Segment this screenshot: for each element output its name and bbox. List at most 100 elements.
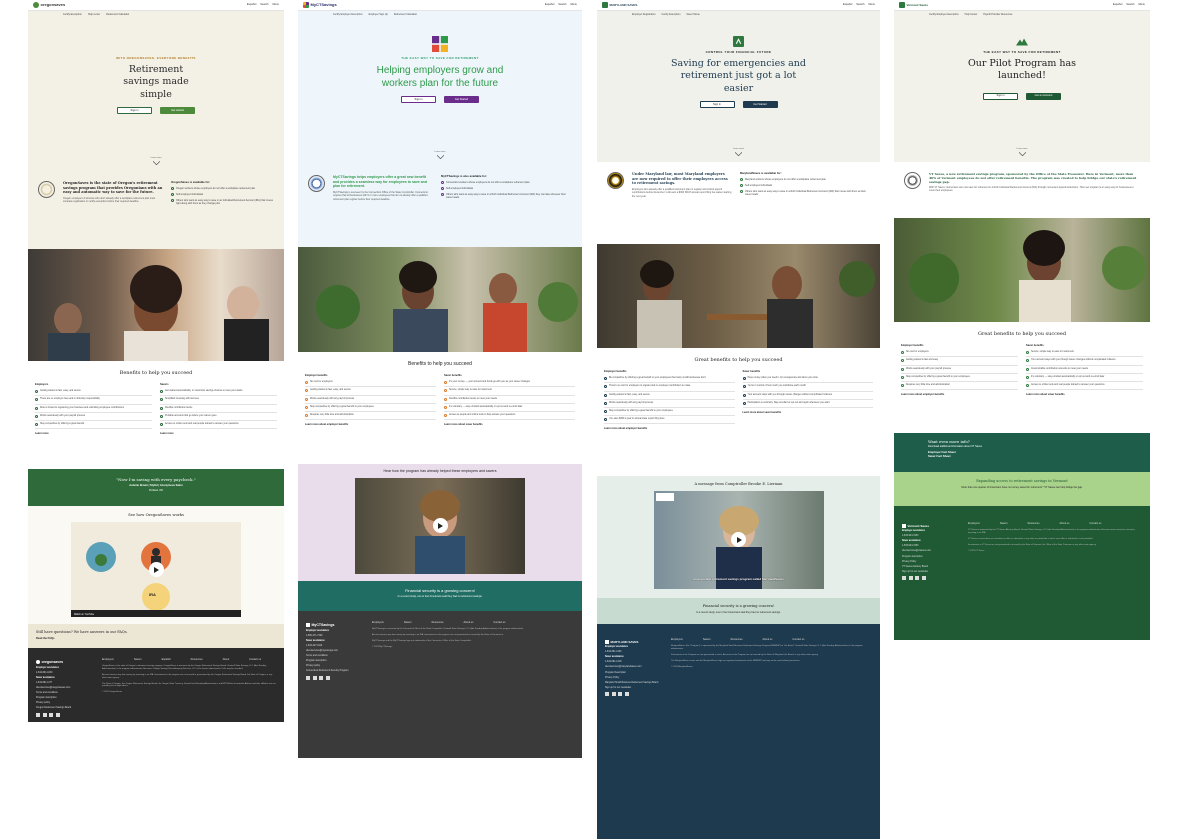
myctsavings-logo[interactable]: MyCTSavings (303, 2, 337, 8)
saver-benefits-link[interactable]: Learn more about saver benefits (1026, 393, 1143, 396)
footer-nav-contact[interactable]: Contact us (249, 658, 261, 661)
subnav-help-center[interactable]: Help Center (965, 13, 978, 16)
subnav-retirement-calculator[interactable]: Retirement Calculator (394, 13, 417, 16)
footer-link[interactable]: Program description (36, 697, 96, 700)
footer-logo[interactable]: oregonsaves (36, 660, 96, 665)
search-link[interactable]: Search (856, 3, 864, 7)
oregonsaves-logo[interactable]: oregonsaves (33, 2, 65, 8)
footer-link[interactable]: Terms and conditions (36, 692, 96, 695)
footer-nav-savers[interactable]: Savers (134, 658, 142, 661)
video-player[interactable]: IRA Watch on YouTube (71, 522, 241, 618)
sign-in-button[interactable]: Sign in (117, 107, 152, 115)
footer-link[interactable]: 1-844-691-1460 (605, 651, 665, 654)
faq-link[interactable]: Read the FAQs (36, 637, 276, 641)
footer-link[interactable]: Program Description (605, 672, 665, 675)
language-link[interactable]: Español (545, 3, 554, 7)
footer-logo[interactable]: MyCTSavings (306, 623, 366, 628)
footer-nav-savers[interactable]: Savers (703, 638, 711, 641)
footer-link[interactable]: 1-844-661-1000 (36, 672, 96, 675)
footer-link[interactable]: Terms and conditions (306, 655, 366, 658)
subnav-help-center[interactable]: Help center (88, 13, 100, 16)
youtube-icon[interactable] (921, 575, 926, 580)
footer-link[interactable]: Program description (306, 660, 366, 663)
footer-link[interactable]: Maryland Small Business Retirement Savin… (605, 682, 665, 685)
footer-link[interactable]: clientservices@mysavings.com (306, 650, 366, 653)
footer-nav-contact[interactable]: Contact us (493, 621, 505, 624)
footer-link[interactable]: Program description (902, 556, 962, 559)
subnav-payroll-resources[interactable]: Payroll Provider Resources (983, 13, 1012, 16)
menu-button[interactable]: Menu (869, 3, 876, 7)
footer-nav-employers[interactable]: Employers (671, 638, 683, 641)
footer-link[interactable]: 1-844-691-1418 (605, 661, 665, 664)
saver-fact-sheet-link[interactable]: Saver Fact Sheet (928, 454, 1116, 459)
footer-nav-contact[interactable]: Contact us (792, 638, 804, 641)
employer-fact-sheet-link[interactable]: Employer Fact Sheet (928, 450, 1116, 455)
saver-benefits-link[interactable]: Learn more about saver benefits (444, 423, 575, 426)
facebook-icon[interactable] (306, 675, 310, 680)
search-link[interactable]: Search (1126, 3, 1134, 7)
footer-nav-espanol[interactable]: Español (162, 658, 171, 661)
subnav-certify-exemption[interactable]: Certify Employer Exemption (333, 13, 363, 16)
savers-learn-more-link[interactable]: Learn more (160, 432, 277, 435)
subnav-retirement-calculator[interactable]: Retirement Calculator (106, 13, 129, 16)
sign-in-button[interactable]: Sign in (983, 92, 1018, 100)
get-started-button[interactable]: Get started (160, 107, 195, 115)
subnav-employer-registration[interactable]: Employer Registration (632, 13, 656, 16)
menu-button[interactable]: Menu (273, 3, 280, 7)
footer-nav-resources[interactable]: Resources (432, 621, 444, 624)
x-icon[interactable] (908, 575, 913, 580)
footer-logo[interactable]: MARYLAND SAVES (605, 640, 665, 645)
footer-link[interactable]: 1-833-934-7283 (902, 545, 962, 548)
footer-nav-resources[interactable]: Resources (191, 658, 203, 661)
linkedin-icon[interactable] (319, 675, 323, 680)
footer-nav-employers[interactable]: Employers (968, 522, 980, 525)
footer-link[interactable]: Sign up for our newsletter (605, 687, 665, 690)
sign-in-button[interactable]: Sign in (401, 96, 436, 104)
footer-logo[interactable]: Vermont Saves (902, 524, 962, 529)
employers-learn-more-link[interactable]: Learn more (35, 432, 152, 435)
facebook-icon[interactable] (36, 712, 40, 717)
footer-link[interactable]: Connecticut Retirement Security Program (306, 670, 366, 673)
footer-nav-savers[interactable]: Savers (1000, 522, 1008, 525)
footer-nav-resources[interactable]: Resources (731, 638, 743, 641)
footer-link[interactable]: clientservices@marylandsaves.com (605, 666, 665, 669)
search-link[interactable]: Search (260, 3, 268, 7)
footer-nav-savers[interactable]: Savers (404, 621, 412, 624)
play-button-icon[interactable] (148, 562, 164, 578)
footer-link[interactable]: clientservices@vtsaves.com (902, 550, 962, 553)
footer-link[interactable]: 1-844-447-0110 (306, 645, 366, 648)
footer-link[interactable]: 1-860-471-7190 (306, 635, 366, 638)
play-button-icon[interactable] (432, 518, 448, 534)
instagram-icon[interactable] (325, 675, 330, 680)
subnav-employer-signup[interactable]: Employer Sign Up (369, 13, 388, 16)
footer-nav-employers[interactable]: Employers (372, 621, 384, 624)
footer-nav-contact[interactable]: Contact us (1089, 522, 1101, 525)
linkedin-icon[interactable] (618, 691, 622, 696)
get-started-button[interactable]: Get Started (444, 96, 479, 104)
sign-in-button[interactable]: Sign in (699, 101, 735, 109)
facebook-icon[interactable] (902, 575, 906, 580)
subnav-certify-exemption[interactable]: Certify Exemption (63, 13, 82, 16)
menu-button[interactable]: Menu (1139, 3, 1146, 7)
x-icon[interactable] (611, 691, 616, 696)
footer-link[interactable]: clientservices@oregonsaves.com (36, 687, 96, 690)
footer-link[interactable]: Privacy Policy (902, 561, 962, 564)
linkedin-icon[interactable] (915, 575, 919, 580)
footer-nav-employers[interactable]: Employers (102, 658, 114, 661)
get-started-button[interactable]: Get Started (742, 101, 778, 109)
video-player[interactable] (355, 477, 525, 574)
footer-link[interactable]: Privacy Policy (605, 677, 665, 680)
learn-more-link[interactable]: Learn more (298, 151, 582, 159)
youtube-icon[interactable] (624, 691, 629, 696)
subnav-certify-exemption[interactable]: Certify Exemption (662, 13, 681, 16)
marylandsaves-logo[interactable]: MARYLAND SAVES (602, 2, 637, 8)
footer-link[interactable]: Privacy policy (36, 702, 96, 705)
x-icon[interactable] (312, 675, 317, 680)
footer-link[interactable]: Sign up for our newsletter (902, 571, 962, 574)
footer-link[interactable]: VT Saves Advisory Board (902, 566, 962, 569)
linkedin-icon[interactable] (49, 712, 53, 717)
saver-benefits-link[interactable]: Learn more about saver benefits (743, 411, 874, 414)
learn-more-link[interactable]: Learn more (28, 157, 284, 165)
employer-benefits-link[interactable]: Learn more about employer benefits (604, 427, 735, 430)
menu-button[interactable]: Menu (571, 3, 578, 7)
